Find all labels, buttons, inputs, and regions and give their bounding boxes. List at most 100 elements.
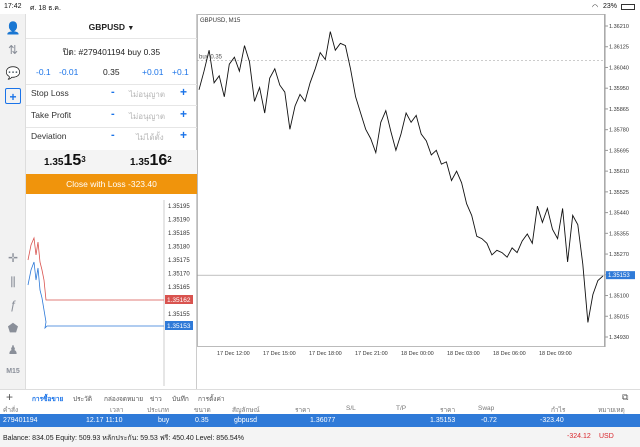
- battery-level: 23%: [603, 3, 618, 10]
- mini-bid-tag: 1.35153: [167, 323, 191, 330]
- mini-tick-label: 1.35180: [168, 245, 190, 251]
- battery-icon: [621, 4, 635, 10]
- trade-table-header: คำสั่ง เวลา ประเภท ขนาด สัญลักษณ์ ราคา S…: [0, 403, 640, 414]
- step-minus-001[interactable]: -0.01: [59, 67, 78, 77]
- objects-icon[interactable]: ⬟: [5, 320, 21, 336]
- y-tick-label: 1.35525: [609, 190, 629, 196]
- take-profit-plus-button[interactable]: +: [180, 107, 187, 121]
- candles-icon[interactable]: ⫼: [5, 274, 21, 290]
- profit-currency: USD: [599, 433, 614, 440]
- col-tp: T/P: [396, 405, 407, 412]
- close-with-loss-button[interactable]: Close with Loss -323.40: [26, 174, 197, 194]
- mini-tick-label: 1.35155: [168, 312, 190, 318]
- cell-open-price: 1.36077: [310, 417, 336, 424]
- cell-time: 12.17 11:10: [86, 417, 123, 424]
- status-bar: 17:42 ศ. 18 ธ.ค. ◠ 23%: [0, 0, 640, 14]
- x-tick-label: 18 Dec 09:00: [539, 351, 572, 357]
- deviation-value[interactable]: ไม่ได้ตั้ง: [136, 131, 164, 144]
- mini-tick-chart: 1.35195 1.35190 1.35185 1.35180 1.35175 1.351…: [27, 200, 193, 386]
- total-profit: -324.12: [567, 433, 591, 440]
- y-tick-label: 1.35015: [609, 314, 629, 320]
- mini-ask-line: [27, 236, 164, 301]
- symbol-selector[interactable]: GBPUSD ▼: [26, 22, 197, 32]
- balance-summary: Balance: 834.05 Equity: 509.93 หลักประกั…: [3, 435, 244, 442]
- wifi-icon: ◠: [592, 4, 599, 11]
- cell-volume: 0.35: [195, 417, 209, 424]
- step-minus-01[interactable]: -0.1: [36, 67, 51, 77]
- plot-frame: [197, 14, 605, 347]
- y-tick-label: 1.36125: [609, 45, 629, 51]
- take-profit-label: Take Profit: [31, 110, 72, 120]
- cell-symbol: gbpusd: [234, 417, 257, 424]
- deviation-plus-button[interactable]: +: [180, 128, 187, 142]
- y-tick-label: 1.35950: [609, 86, 629, 92]
- mini-tick-label: 1.35170: [168, 272, 190, 278]
- deviation-label: Deviation: [31, 131, 67, 141]
- y-tick-label: 1.34930: [609, 335, 629, 341]
- y-tick-label: 1.35780: [609, 128, 629, 134]
- chart-title: GBPUSD, M15: [200, 18, 241, 24]
- profiles-icon[interactable]: ♟: [5, 342, 21, 358]
- stop-loss-plus-button[interactable]: +: [180, 85, 187, 99]
- ask-price: 1.3516 2: [130, 152, 172, 169]
- table-row[interactable]: 279401194 12.17 11:10 buy 0.35 gbpusd 1.…: [0, 414, 640, 427]
- bottom-tabs-bar: + การซื้อขาย ประวัติ กล่องจดหมาย ข่าว บั…: [0, 389, 640, 404]
- y-tick-label: 1.35100: [609, 294, 629, 300]
- y-tick-label: 1.35270: [609, 252, 629, 258]
- mini-tick-label: 1.35190: [168, 218, 190, 224]
- x-tick-label: 17 Dec 15:00: [263, 351, 296, 357]
- status-time: 17:42: [4, 3, 22, 10]
- indicator-icon[interactable]: ƒ: [5, 297, 21, 313]
- main-chart-area[interactable]: GBPUSD, M15 1.36210 1.36125 1.36040 1.35950…: [197, 14, 640, 389]
- account-icon[interactable]: 👤: [5, 20, 21, 36]
- y-tick-label: 1.35610: [609, 169, 629, 175]
- mini-bid-line: [27, 261, 164, 330]
- status-date: ศ. 18 ธ.ค.: [30, 5, 61, 12]
- col-swap: Swap: [478, 405, 495, 412]
- step-plus-01[interactable]: +0.1: [172, 67, 189, 77]
- add-icon[interactable]: +: [6, 390, 13, 404]
- quotes: 1.3515 3 1.3516 2: [26, 150, 197, 174]
- col-sl: S/L: [346, 405, 356, 412]
- take-profit-value[interactable]: ไม่อนุญาต: [129, 110, 165, 123]
- y-tick-label: 1.35355: [609, 231, 629, 237]
- y-tick-label: 1.35695: [609, 148, 629, 154]
- step-plus-001[interactable]: +0.01: [142, 67, 164, 77]
- y-tick-label: 1.36040: [609, 65, 629, 71]
- trade-arrows-icon[interactable]: ⇅: [5, 42, 21, 58]
- volume-stepper: -0.1 -0.01 0.35 +0.01 +0.1: [26, 67, 197, 79]
- stop-loss-minus-button[interactable]: -: [111, 86, 115, 98]
- layout-icon[interactable]: ⧉: [622, 392, 628, 403]
- cell-type: buy: [158, 417, 170, 424]
- deviation-minus-button[interactable]: -: [111, 129, 115, 141]
- current-price-tag: 1.35153: [608, 273, 630, 279]
- mini-ask-tag: 1.35162: [167, 297, 191, 304]
- mini-tick-label: 1.35185: [168, 231, 190, 237]
- mini-tick-label: 1.35165: [168, 285, 190, 291]
- x-tick-label: 18 Dec 03:00: [447, 351, 480, 357]
- x-tick-label: 18 Dec 06:00: [493, 351, 526, 357]
- stop-loss-value[interactable]: ไม่อนุญาต: [129, 88, 165, 101]
- chevron-down-icon: ▼: [127, 25, 135, 32]
- y-tick-label: 1.36210: [609, 24, 629, 30]
- take-profit-minus-button[interactable]: -: [111, 108, 115, 120]
- bid-price: 1.3515 3: [44, 152, 86, 169]
- ticket-info: ปิด: #279401194 buy 0.35: [62, 47, 161, 57]
- crosshair-icon[interactable]: ✛: [5, 250, 21, 266]
- stop-loss-row: Stop Loss - ไม่อนุญาต +: [26, 85, 197, 102]
- y-tick-label: 1.35440: [609, 211, 629, 217]
- x-tick-label: 17 Dec 12:00: [217, 351, 250, 357]
- symbol-label: GBPUSD: [88, 22, 126, 32]
- order-panel: GBPUSD ▼ ปิด: #279401194 buy 0.35 -0.1 -…: [26, 14, 197, 389]
- x-tick-label: 17 Dec 21:00: [355, 351, 388, 357]
- price-chart[interactable]: GBPUSD, M15 1.36210 1.36125 1.36040 1.35950…: [197, 14, 640, 375]
- cell-swap: -0.72: [481, 417, 497, 424]
- mini-tick-label: 1.35195: [168, 204, 190, 210]
- timeframe-button[interactable]: M15: [5, 364, 21, 380]
- chat-icon[interactable]: 💬: [5, 65, 21, 81]
- volume-value[interactable]: 0.35: [103, 67, 120, 77]
- cell-order: 279401194: [3, 417, 38, 424]
- mini-tick-label: 1.35175: [168, 258, 190, 264]
- deviation-row: Deviation - ไม่ได้ตั้ง +: [26, 128, 197, 145]
- new-order-icon[interactable]: +: [5, 88, 21, 104]
